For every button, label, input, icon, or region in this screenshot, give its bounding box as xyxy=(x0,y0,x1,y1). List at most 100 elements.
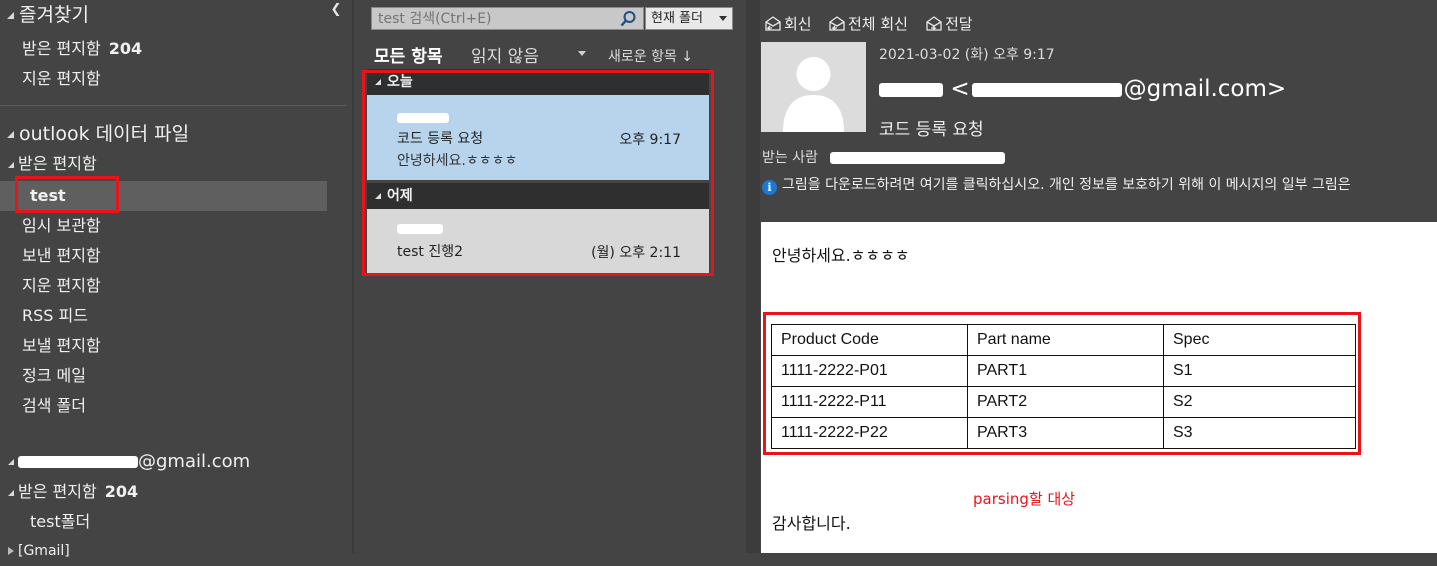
table-cell: S2 xyxy=(1163,386,1356,418)
account-label: @gmail.com xyxy=(138,451,251,472)
collapse-pane-icon[interactable]: ❮ xyxy=(328,2,344,18)
search-input[interactable] xyxy=(372,8,610,29)
search-box[interactable] xyxy=(371,7,644,30)
collapse-triangle-icon xyxy=(8,459,14,465)
table-cell: PART1 xyxy=(967,355,1164,387)
table-cell: PART3 xyxy=(967,417,1164,449)
message-time: (월) 오후 2:11 xyxy=(591,245,681,261)
download-pictures-infobar[interactable]: i 그림을 다운로드하려면 여기를 클릭하십시오. 개인 정보를 보호하기 위해 … xyxy=(762,174,1437,195)
message-item[interactable]: test 진행2 (월) 오후 2:11 xyxy=(367,209,709,273)
table-row: 1111-2222-P22 PART3 S3 xyxy=(771,417,1356,449)
sender-address[interactable]: < @gmail.com> xyxy=(879,76,1286,102)
sender-avatar xyxy=(761,42,866,132)
table-row: 1111-2222-P11 PART2 S2 xyxy=(771,386,1356,418)
folder-label: 검색 폴더 xyxy=(22,396,86,415)
message-item-selected[interactable]: 코드 등록 요청 오후 9:17 안녕하세요.ㅎㅎㅎㅎ xyxy=(367,95,709,180)
folder-label: test xyxy=(30,186,66,205)
section-divider xyxy=(0,105,347,106)
product-table: Product Code Part name Spec 1111-2222-P0… xyxy=(771,324,1356,449)
table-cell: 1111-2222-P11 xyxy=(771,386,968,418)
favorites-label: 즐겨찾기 xyxy=(19,4,89,26)
forward-label: 전달 xyxy=(945,15,973,33)
folder-label: [Gmail] xyxy=(18,543,70,559)
recipients-row: 받는 사람 xyxy=(762,147,1006,167)
favorite-item-deleted[interactable]: 지운 편지함 xyxy=(0,64,347,94)
datafile-inbox[interactable]: 받은 편지함 xyxy=(0,149,347,179)
collapse-triangle-icon xyxy=(375,79,381,85)
search-icon[interactable] xyxy=(619,10,637,28)
folder-label: 보낼 편지함 xyxy=(22,336,101,355)
folder-label: 보낸 편지함 xyxy=(22,246,101,265)
group-header-today[interactable]: 오늘 xyxy=(367,69,709,95)
body-closing: 감사합니다. xyxy=(772,514,851,533)
folder-label: 정크 메일 xyxy=(22,366,86,385)
sort-order-button[interactable]: 새로운 항목 ↓ xyxy=(608,46,693,66)
reply-label: 회신 xyxy=(784,15,812,33)
folder-label: RSS 피드 xyxy=(22,306,88,325)
reply-icon xyxy=(765,16,781,31)
table-cell: 1111-2222-P22 xyxy=(771,417,968,449)
to-label: 받는 사람 xyxy=(762,150,818,166)
collapse-triangle-icon xyxy=(8,489,14,496)
folder-item-search[interactable]: 검색 폴더 xyxy=(0,391,347,421)
message-subject: test 진행2 xyxy=(397,244,464,260)
column-header: Part name xyxy=(967,324,1164,356)
folder-item-rss[interactable]: RSS 피드 xyxy=(0,301,347,331)
folder-label: test폴더 xyxy=(30,512,91,531)
group-label: 오늘 xyxy=(387,74,413,90)
pane-divider[interactable] xyxy=(746,0,760,553)
folder-item-junk[interactable]: 정크 메일 xyxy=(0,361,347,391)
unread-count: 204 xyxy=(104,482,139,501)
account-header[interactable]: @gmail.com xyxy=(0,447,347,477)
reply-all-icon xyxy=(829,16,845,31)
message-preview: 안녕하세요.ㅎㅎㅎㅎ xyxy=(397,153,518,169)
scope-label: 현재 폴더 xyxy=(651,11,703,26)
redacted-sender xyxy=(397,224,443,234)
message-subject-heading: 코드 등록 요청 xyxy=(879,120,984,140)
group-label: 어제 xyxy=(387,188,413,204)
reply-all-button[interactable]: 전체 회신 xyxy=(828,13,908,34)
info-icon: i xyxy=(762,180,777,195)
annotation-note: parsing할 대상 xyxy=(973,490,1076,508)
folder-item-drafts[interactable]: 임시 보관함 xyxy=(0,211,347,241)
message-time: 오후 9:17 xyxy=(619,132,681,148)
redacted-sender xyxy=(397,113,449,123)
table-cell: 1111-2222-P01 xyxy=(771,355,968,387)
reply-button[interactable]: 회신 xyxy=(764,13,812,34)
folder-label: 임시 보관함 xyxy=(22,216,101,235)
message-date: 2021-03-02 (화) 오후 9:17 xyxy=(879,47,1055,63)
folder-item-test-subfolder[interactable]: test폴더 xyxy=(0,507,347,537)
expand-triangle-icon xyxy=(8,547,14,555)
folder-item-sent[interactable]: 보낸 편지함 xyxy=(0,241,347,271)
folder-item-test[interactable]: test xyxy=(0,181,347,211)
reply-all-label: 전체 회신 xyxy=(848,15,908,33)
account-inbox[interactable]: 받은 편지함 204 xyxy=(0,477,347,507)
table-cell: PART2 xyxy=(967,386,1164,418)
collapse-triangle-icon xyxy=(7,12,14,19)
table-row: 1111-2222-P01 PART1 S1 xyxy=(771,355,1356,387)
redacted-account-name xyxy=(18,456,138,468)
folder-item-deleted[interactable]: 지운 편지함 xyxy=(0,271,347,301)
body-greeting: 안녕하세요.ㅎㅎㅎㅎ xyxy=(772,246,910,265)
redacted-recipient xyxy=(830,152,1006,164)
filter-unread-tab[interactable]: 읽지 않음 xyxy=(471,42,539,67)
chevron-down-icon xyxy=(719,16,727,21)
folder-label: 받은 편지함 xyxy=(22,39,101,58)
redacted-email-local xyxy=(971,82,1122,97)
forward-button[interactable]: 전달 xyxy=(925,13,973,34)
folder-item-outbox[interactable]: 보낼 편지함 xyxy=(0,331,347,361)
forward-icon xyxy=(926,16,942,31)
folder-item-gmail[interactable]: [Gmail] xyxy=(0,536,347,566)
folder-label: 받은 편지함 xyxy=(18,482,97,501)
datafile-header[interactable]: outlook 데이터 파일 xyxy=(0,119,347,149)
filter-dropdown-icon[interactable] xyxy=(578,51,586,56)
person-icon xyxy=(783,57,844,132)
group-header-yesterday[interactable]: 어제 xyxy=(367,183,709,209)
message-subject: 코드 등록 요청 xyxy=(397,131,484,147)
search-scope-dropdown[interactable]: 현재 폴더 xyxy=(645,7,733,30)
folder-label: 받은 편지함 xyxy=(18,154,97,173)
favorites-header[interactable]: 즐겨찾기 xyxy=(0,0,347,30)
table-cell: S3 xyxy=(1163,417,1356,449)
filter-all-tab[interactable]: 모든 항목 xyxy=(374,42,442,67)
favorite-item-inbox[interactable]: 받은 편지함 204 xyxy=(0,34,347,64)
